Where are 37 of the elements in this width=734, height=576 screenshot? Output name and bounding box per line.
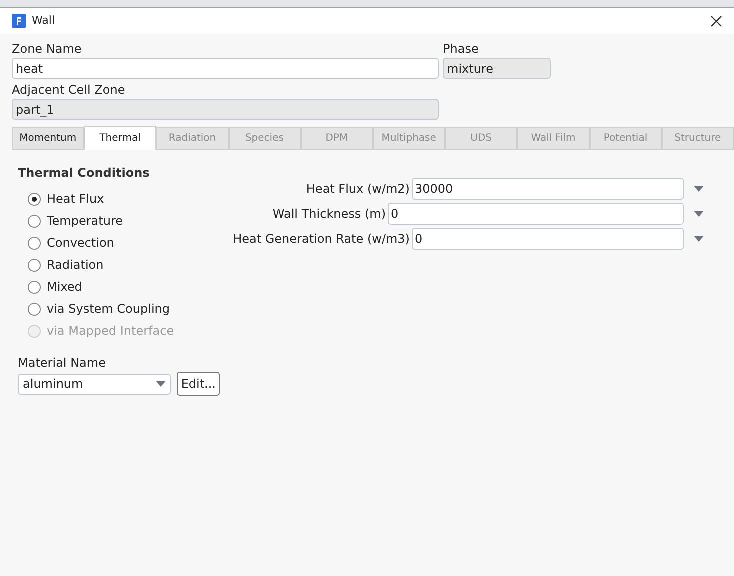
radio-option[interactable]: Convection (28, 232, 220, 254)
app-icon (12, 14, 26, 28)
radio-option[interactable]: Mixed (28, 276, 220, 298)
dropdown-caret-icon[interactable] (694, 211, 704, 217)
radio-button[interactable] (28, 302, 41, 316)
field-label: Adjacent Cell Zone (12, 82, 126, 99)
radio-option[interactable]: Temperature (28, 210, 220, 232)
dropdown-caret-icon[interactable] (694, 186, 704, 192)
edit-button[interactable]: Edit... (177, 372, 220, 396)
parameter-field[interactable]: 0 (388, 203, 684, 225)
radio-button[interactable] (28, 280, 41, 294)
close-icon[interactable] (711, 16, 722, 26)
tab[interactable]: Thermal (84, 126, 156, 150)
material-dropdown[interactable]: aluminum (18, 374, 172, 394)
radio-option[interactable]: via System Coupling (28, 298, 220, 320)
radio-button[interactable] (28, 214, 41, 228)
parameter-label: Wall Thickness (m) (272, 206, 386, 223)
section-title: Thermal Conditions (18, 165, 151, 182)
parameter-field[interactable]: 0 (412, 228, 684, 250)
radio-option[interactable]: Heat Flux (28, 188, 220, 210)
radio-button[interactable] (28, 258, 41, 272)
radio-option[interactable]: Radiation (28, 254, 220, 276)
dropdown-caret-icon[interactable] (694, 236, 704, 242)
radio-button[interactable] (28, 236, 41, 250)
adjacent-cell-zone-field[interactable]: part_1 (12, 99, 439, 120)
parameter-label: Heat Generation Rate (w/m3) (233, 231, 410, 248)
parameter-field[interactable]: 30000 (412, 178, 684, 200)
field-label: Material Name (18, 355, 107, 372)
tab[interactable]: Momentum (12, 127, 84, 150)
radio-button[interactable] (28, 192, 41, 206)
phase-field[interactable]: mixture (443, 58, 551, 79)
field-label: Zone Name (12, 41, 83, 58)
zone-name-field[interactable]: heat (12, 58, 439, 79)
parameter-label: Heat Flux (w/m2) (306, 181, 410, 198)
field-label: Phase (443, 41, 480, 58)
caret-icon[interactable] (156, 381, 166, 387)
window-title: Wall (32, 12, 56, 29)
